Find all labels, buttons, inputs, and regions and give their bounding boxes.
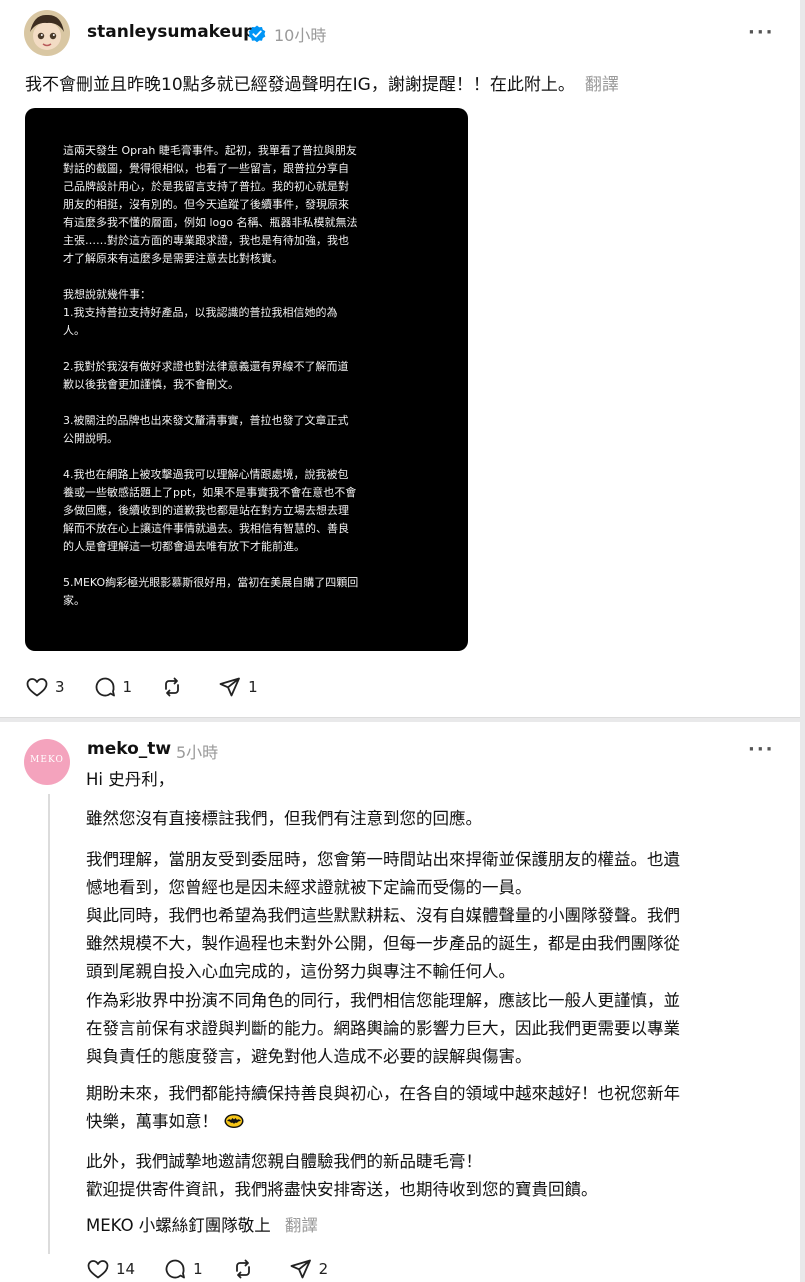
post-text-content: 我不會刪並且昨晚10點多就已經發過聲明在IG，謝謝提醒！！在此附上。 <box>25 75 575 95</box>
share-count: 2 <box>318 1260 329 1278</box>
reply-paragraph-4: 期盼未來，我們都能持續保持善良與初心，在各自的領域中越來越好！也祝您新年 快樂，… <box>86 1080 776 1136</box>
translate-link[interactable]: 翻譯 <box>585 75 619 95</box>
like-count: 14 <box>116 1260 136 1278</box>
statement-paragraph: 這兩天發生 Oprah 睫毛膏事件。起初，我單看了普拉與朋友 對話的截圖，覺得很… <box>63 144 358 265</box>
repost-button[interactable] <box>231 1257 261 1281</box>
reply-line: 雖然規模不大，製作過程也未對外公開，但每一步產品的誕生，都是由我們團隊從 <box>86 934 680 953</box>
bat-emoji-icon <box>224 1114 244 1128</box>
user-avatar[interactable] <box>24 10 70 56</box>
reply-line: 與負責任的態度發言，避免對他人造成不必要的誤解與傷害。 <box>86 1047 532 1066</box>
statement-paragraph: 我想說就幾件事： 1.我支持普拉支持好產品，以我認識的普拉我相信她的為 人。 <box>63 288 338 337</box>
post-stanleysumakeup: stanleysumakeup 10小時 ··· 我不會刪並且昨晚10點多就已經… <box>0 0 800 718</box>
reply-paragraph-5: 此外，我們誠摯地邀請您親自體驗我們的新品睫毛膏！ 歡迎提供寄件資訊，我們將盡快安… <box>86 1148 776 1204</box>
send-icon <box>219 677 240 697</box>
share-button[interactable]: 1 <box>218 675 258 699</box>
comment-count: 1 <box>122 678 133 696</box>
reply-line: 頭到尾親自投入心血完成的，這份努力與專注不輸任何人。 <box>86 962 515 981</box>
repost-button[interactable] <box>160 675 190 699</box>
comment-button[interactable]: 1 <box>163 1257 203 1281</box>
post-actions: 3 1 1 <box>25 675 286 699</box>
more-options-icon[interactable]: ··· <box>748 22 775 43</box>
thread-line <box>48 794 50 1254</box>
reply-signature-row: MEKO 小螺絲釘團隊敬上 翻譯 <box>86 1212 776 1240</box>
statement-paragraph: 3.被關注的品牌也出來發文釐清事實，普拉也發了文章正式 公開說明。 <box>63 414 349 445</box>
username[interactable]: meko_tw <box>87 739 171 759</box>
reply-line: 憾地看到，您曾經也是因未經求證就被下定論而受傷的一員。 <box>86 878 532 897</box>
translate-link[interactable]: 翻譯 <box>285 1216 318 1235</box>
post-actions: 14 1 2 <box>86 1257 356 1281</box>
like-button[interactable]: 3 <box>25 675 65 699</box>
statement-paragraph: 5.MEKO絢彩極光眼影慕斯很好用，當初在美展自購了四顆回 家。 <box>63 576 359 607</box>
share-count: 1 <box>248 678 258 696</box>
comment-button[interactable]: 1 <box>93 675 133 699</box>
comment-icon <box>165 1259 185 1279</box>
reply-line: 與此同時，我們也希望為我們這些默默耕耘、沒有自媒體聲量的小團隊發聲。我們 <box>86 906 680 925</box>
reply-line: 期盼未來，我們都能持續保持善良與初心，在各自的領域中越來越好！也祝您新年 <box>86 1084 680 1103</box>
post-text: 我不會刪並且昨晚10點多就已經發過聲明在IG，謝謝提醒！！在此附上。 翻譯 <box>25 71 765 99</box>
more-options-icon[interactable]: ··· <box>748 739 775 760</box>
reply-line: 我們理解，當朋友受到委屈時，您會第一時間站出來捍衛並保護朋友的權益。也遺 <box>86 850 680 869</box>
like-count: 3 <box>55 678 65 696</box>
reply-line: 作為彩妝界中扮演不同角色的同行，我們相信您能理解，應該比一般人更謹慎，並 <box>86 991 680 1010</box>
post-time: 10小時 <box>274 26 327 45</box>
reply-signature: MEKO 小螺絲釘團隊敬上 <box>86 1216 271 1235</box>
heart-icon <box>26 678 48 697</box>
heart-icon <box>87 1260 109 1279</box>
meko-avatar[interactable]: MEKO <box>24 739 70 785</box>
comment-icon <box>95 677 115 697</box>
reply-line-with-emoji: 快樂，萬事如意！ <box>86 1108 776 1136</box>
reply-line: 在發言前保有求證與判斷的能力。網路輿論的影響力巨大，因此我們更需要以專業 <box>86 1019 680 1038</box>
like-button[interactable]: 14 <box>86 1257 135 1281</box>
avatar-logo-text: MEKO <box>30 755 64 765</box>
reply-line: 歡迎提供寄件資訊，我們將盡快安排寄送，也期待收到您的寶貴回饋。 <box>86 1180 598 1199</box>
repost-icon <box>235 1259 250 1279</box>
statement-image[interactable]: 這兩天發生 Oprah 睫毛膏事件。起初，我單看了普拉與朋友 對話的截圖，覺得很… <box>25 108 468 651</box>
statement-paragraph: 2.我對於我沒有做好求證也對法律意義還有界線不了解而道 歉以後我會更加謹慎，我不… <box>63 360 349 391</box>
username[interactable]: stanleysumakeup <box>87 22 255 42</box>
send-icon <box>290 1259 311 1279</box>
reply-line: 快樂，萬事如意！ <box>86 1112 218 1131</box>
reply-paragraph-3: 作為彩妝界中扮演不同角色的同行，我們相信您能理解，應該比一般人更謹慎，並 在發言… <box>86 987 776 1071</box>
reply-paragraph-1: 雖然您沒有直接標註我們，但我們有注意到您的回應。 <box>86 809 482 828</box>
post-time: 5小時 <box>176 743 219 762</box>
reply-paragraph-2: 我們理解，當朋友受到委屈時，您會第一時間站出來捍衛並保護朋友的權益。也遺 憾地看… <box>86 846 776 986</box>
statement-paragraph: 4.我也在網路上被攻擊過我可以理解心情跟處境，說我被包 養或一些敏感話題上了pp… <box>63 468 357 553</box>
repost-icon <box>165 677 179 697</box>
post-meko-tw: MEKO meko_tw 5小時 ··· Hi 史丹利， 雖然您沒有直接標註我們… <box>0 722 800 1282</box>
verified-badge-icon <box>248 25 266 43</box>
reply-line: 此外，我們誠摯地邀請您親自體驗我們的新品睫毛膏！ <box>86 1152 482 1171</box>
share-button[interactable]: 2 <box>289 1257 329 1281</box>
reply-greeting: Hi 史丹利， <box>86 770 175 789</box>
comment-count: 1 <box>193 1260 203 1278</box>
